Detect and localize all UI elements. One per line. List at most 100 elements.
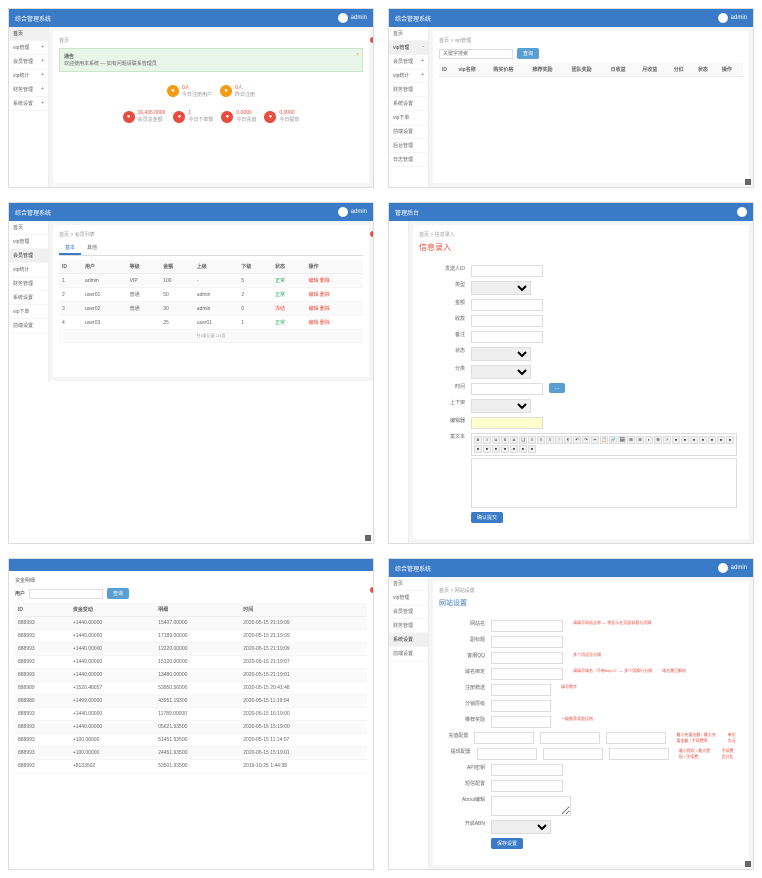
sidebar-item-member[interactable]: 会员管理+: [9, 55, 48, 69]
stat-icon: ●: [264, 111, 276, 123]
time-btn[interactable]: ...: [549, 383, 565, 393]
table-row: 888993+100.0000051451.935002020-05-15 11…: [15, 734, 367, 747]
save-button[interactable]: 保存设置: [491, 838, 523, 849]
underline-icon: U: [492, 436, 500, 444]
status-select[interactable]: [471, 347, 531, 361]
richtext-toolbar[interactable]: BIUSA❏≡≡≡⋮¶↶↷✂📋🔗🖼⊞☰◐⚙? ●●●●●●●●●●●●●●: [471, 433, 737, 456]
stat-item: ●16,435.0000会员总金额: [123, 110, 166, 123]
tab-other[interactable]: 其他: [81, 242, 103, 255]
table-row: 2user01普通50admin2正常编辑 删除: [59, 288, 363, 302]
sms-input[interactable]: [491, 780, 563, 792]
panel-form-entry: 管理后台 首页 > 信息录入 信息录入 发送人ID 类型 金额 收款 备注 状态…: [388, 202, 754, 544]
regbonus-input[interactable]: [491, 684, 551, 696]
breadcrumb: 首页 > 网站设置: [439, 587, 743, 594]
tab-basic[interactable]: 基本: [59, 242, 81, 255]
page-title: 资金明细: [15, 577, 367, 584]
stat-icon: ●: [220, 85, 232, 97]
header: 综合管理系统 admin: [9, 9, 373, 27]
qq-input[interactable]: [491, 652, 563, 664]
stat-item: ●0人今日注册用户: [167, 84, 212, 98]
sidebar-item[interactable]: vip统计+: [389, 69, 428, 83]
sidebar-item[interactable]: 前端设置: [389, 125, 428, 139]
abn-select[interactable]: [491, 820, 551, 834]
sidebar-item-system[interactable]: 系统设置+: [9, 97, 48, 111]
domain-input[interactable]: [491, 668, 563, 680]
sidebar-item-home[interactable]: 首页: [9, 27, 48, 41]
stat-icon: ●: [167, 85, 179, 97]
notice-bar: 通告 欢迎使用本系统 — 如有问题请联系管理员 ×: [59, 48, 363, 72]
search-input[interactable]: [439, 49, 513, 59]
italic-icon: I: [483, 436, 491, 444]
breadcrumb: 首页 > 会员列表: [59, 231, 363, 238]
levels-input[interactable]: [491, 700, 551, 712]
stat-icon: ●: [221, 111, 233, 123]
sidebar-item[interactable]: 日志管理: [389, 153, 428, 167]
sidebar-item-finance[interactable]: 财务管理+: [9, 83, 48, 97]
editor-name-input[interactable]: [471, 417, 543, 429]
sidebar-item[interactable]: 后台管理: [389, 139, 428, 153]
search-button[interactable]: 查询: [517, 48, 539, 59]
table-row: 888989+1520.4805753950.560002020-05-15 2…: [15, 682, 367, 695]
stat-item: ●0.0000今日提现: [264, 110, 299, 123]
resize-icon[interactable]: [745, 179, 751, 185]
search-button[interactable]: 查询: [107, 588, 129, 599]
sidebar-item[interactable]: vip下单: [389, 111, 428, 125]
red-dot-icon: [370, 231, 374, 237]
subtitle-input[interactable]: [491, 636, 563, 648]
sidebar-item-vipstat[interactable]: vip统计+: [9, 69, 48, 83]
table-row: 888993+1440.0000017189.000002020-05-15 2…: [15, 630, 367, 643]
table-row: 888993+1440.0000011789.000002020-05-15 1…: [15, 708, 367, 721]
bold-icon: B: [474, 436, 482, 444]
page-title: 网站设置: [439, 598, 743, 608]
onoff-select[interactable]: [471, 399, 531, 413]
table-row: 888989+1499.0000043951.193002020-05-15 1…: [15, 695, 367, 708]
payee-input[interactable]: [471, 315, 543, 327]
table-row: 1adminVIP100-5正常编辑 删除: [59, 274, 363, 288]
sidebar: 首页 vip管理+ 会员管理+ vip统计+ 财务管理+ 系统设置+: [9, 27, 49, 187]
sidebar-item-vip[interactable]: vip管理+: [9, 41, 48, 55]
table-row: 888993+1440.0000013480.000002020-05-15 2…: [15, 669, 367, 682]
submit-button[interactable]: 确认提交: [471, 512, 503, 523]
page-title: 信息录入: [419, 242, 743, 253]
resize-icon[interactable]: [745, 861, 751, 867]
avatar-icon: [338, 13, 348, 23]
table-row: 4user0325user011正常编辑 删除: [59, 316, 363, 330]
resize-icon[interactable]: [365, 535, 371, 541]
type-select[interactable]: [471, 281, 531, 295]
table-row: 888993+1440.0000015407.000002020-05-15 2…: [15, 617, 367, 630]
apikey-input[interactable]: [491, 764, 563, 776]
richtext-editor[interactable]: [471, 458, 737, 508]
sidebar-item[interactable]: vip管理-: [389, 41, 428, 55]
user-search-input[interactable]: [29, 589, 103, 599]
stat-item: ●0.0000今日充值: [221, 110, 256, 123]
category-select[interactable]: [471, 365, 531, 379]
sidebar-item[interactable]: 系统设置: [389, 97, 428, 111]
red-dot-icon: [370, 587, 374, 593]
panel-member-list: 综合管理系统admin 首页 vip管理 会员管理 vip统计 财务管理 系统设…: [8, 202, 374, 544]
panel-vip-list: 综合管理系统admin 首页 vip管理- 会员管理+ vip统计+ 财务管理 …: [388, 8, 754, 188]
sender-id-input[interactable]: [471, 265, 543, 277]
table-row: 888993+1440.0000005621.935002020-05-15 1…: [15, 721, 367, 734]
pager: 共4条记录 1/1页: [59, 330, 363, 343]
red-dot-icon: [370, 37, 374, 43]
sidebar-item[interactable]: 首页: [389, 27, 428, 41]
breadcrumb: 首页 > vip管理: [439, 37, 743, 44]
amount-input[interactable]: [471, 299, 543, 311]
sidebar-item[interactable]: 会员管理+: [389, 55, 428, 69]
breadcrumb: 首页: [59, 37, 363, 44]
table-row: 888993+1440.0000015120.000002020-05-15 2…: [15, 656, 367, 669]
finance-table: ID资金变动明细时间 888993+1440.0000015407.000002…: [15, 603, 367, 773]
about-textarea[interactable]: [491, 796, 571, 816]
close-icon[interactable]: ×: [356, 52, 359, 58]
user-menu[interactable]: admin: [338, 13, 367, 23]
stat-icon: ●: [123, 111, 135, 123]
sidebar-item[interactable]: 财务管理: [389, 83, 428, 97]
remark-input[interactable]: [471, 331, 543, 343]
member-table: ID用户等级金额上级下级状态操作 1adminVIP100-5正常编辑 删除 2…: [59, 260, 363, 343]
time-input[interactable]: [471, 383, 543, 395]
panel-finance-log: 资金明细 用户 查询 ID资金变动明细时间 888993+1440.000001…: [8, 558, 374, 870]
refbonus-input[interactable]: [491, 716, 551, 728]
stat-item: ●0人昨日注册: [220, 84, 255, 98]
table-row: 888993+1440.0000012220.000002020-05-15 2…: [15, 643, 367, 656]
sitename-input[interactable]: [491, 620, 563, 632]
